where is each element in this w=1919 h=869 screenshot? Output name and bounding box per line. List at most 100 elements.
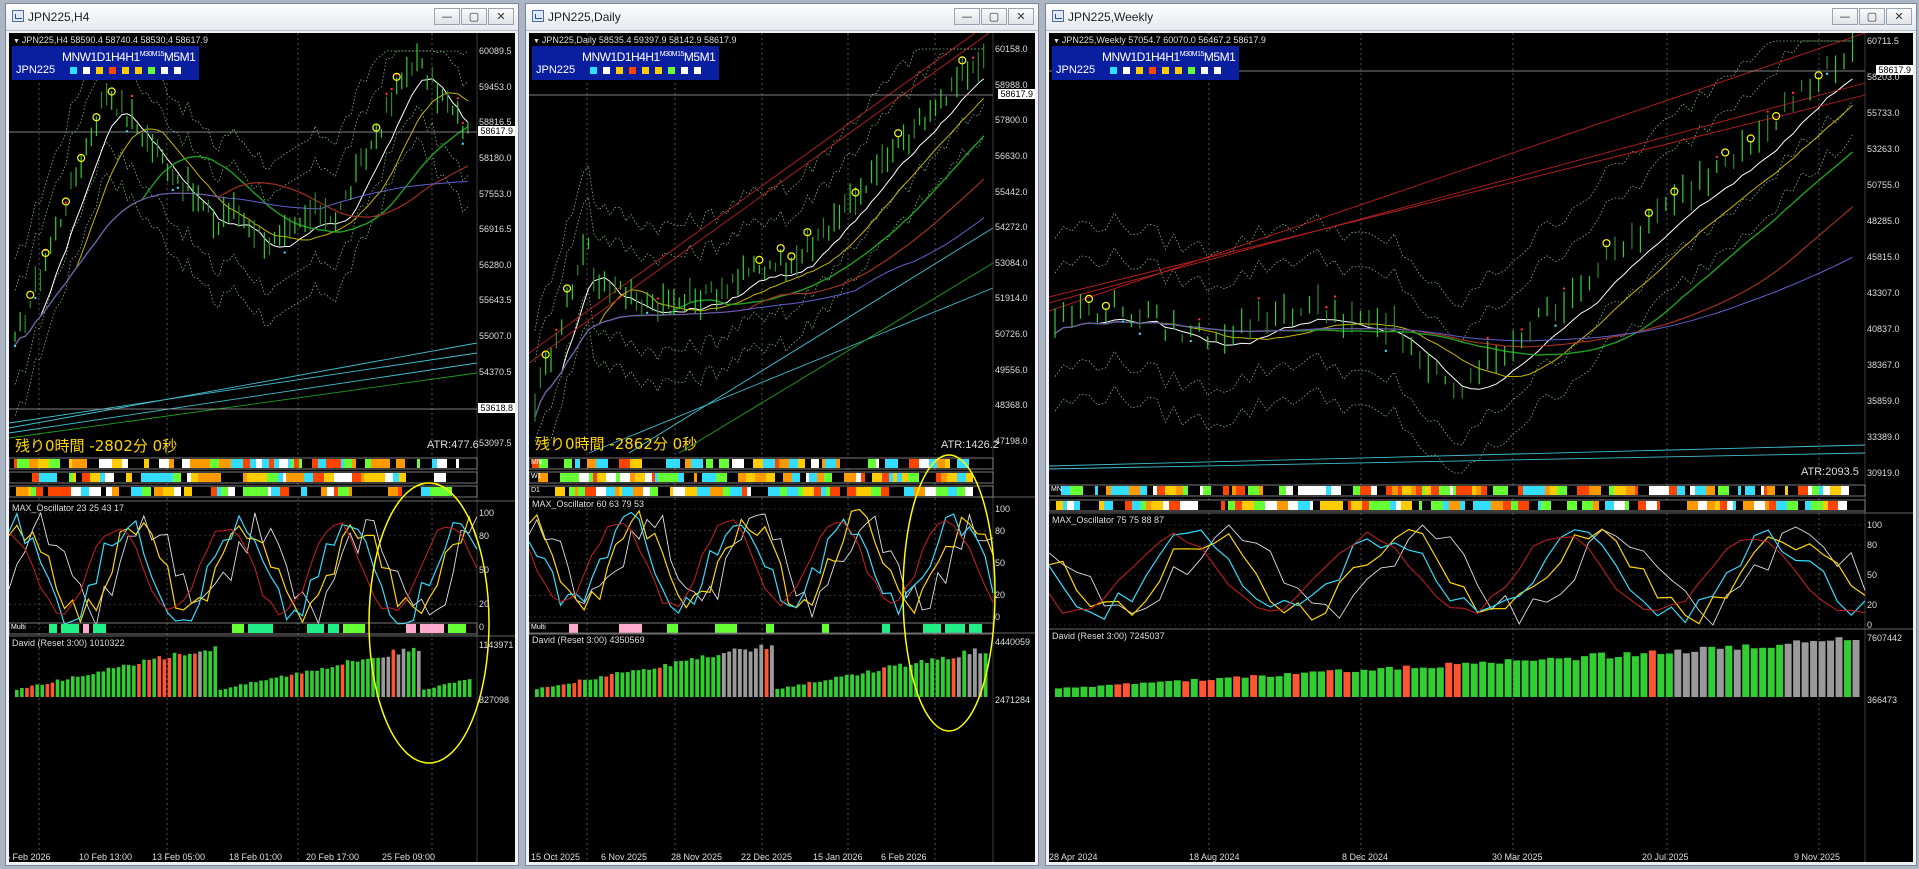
- status-strip-cell: [729, 459, 732, 468]
- oscillator-level-label: 50: [1867, 570, 1878, 580]
- status-strip-cell: [200, 459, 210, 468]
- volume-bar: [689, 658, 694, 697]
- strip-label: W1: [531, 473, 542, 480]
- volume-bar: [855, 675, 860, 697]
- multi-strip-cell: [406, 624, 416, 633]
- volume-bar: [259, 680, 263, 697]
- status-strip-cell: [1481, 486, 1487, 495]
- volume-bar: [182, 655, 187, 697]
- status-strip-cell: [1263, 486, 1272, 495]
- status-strip-cell: [221, 487, 228, 496]
- status-strip-cell: [247, 473, 259, 482]
- status-strip-cell: [1425, 486, 1431, 495]
- volume-bar: [604, 676, 609, 697]
- minimize-button[interactable]: —: [1832, 8, 1858, 25]
- strip-label: MN: [531, 459, 542, 466]
- status-strip-cell: [57, 473, 60, 482]
- status-strip-cell: [1141, 501, 1146, 510]
- status-strip-cell: [1707, 501, 1715, 510]
- titlebar[interactable]: JPN225,Daily — ▢ ✕: [526, 4, 1038, 31]
- status-strip-cell: [337, 459, 341, 468]
- chart-area[interactable]: 60089.5 59453.0 58816.5 58180.0 57553.0 56916…: [9, 33, 515, 862]
- time-axis-label: 20 Feb 17:00: [306, 852, 360, 862]
- status-strip-cell: [906, 459, 909, 468]
- status-strip-cell: [16, 487, 28, 496]
- status-strip-cell: [852, 459, 864, 468]
- time-axis-label: 18 Feb 01:00: [229, 852, 283, 862]
- multi-strip-cell: [307, 624, 324, 633]
- chart-canvas[interactable]: [1049, 33, 1913, 862]
- volume-bar: [1284, 673, 1292, 697]
- close-button[interactable]: ✕: [1886, 8, 1912, 25]
- status-strip-cell: [643, 487, 650, 496]
- price-label: 51914.0: [995, 293, 1028, 304]
- volume-bar: [775, 689, 780, 697]
- status-strip-cell: [1456, 486, 1464, 495]
- volume-bar: [679, 660, 684, 697]
- oscillator-level-label: 50: [995, 558, 1006, 568]
- maximize-button[interactable]: ▢: [461, 8, 487, 25]
- chart-area[interactable]: 60158.0 58988.0 57800.0 56630.0 55442.0 54272…: [529, 33, 1035, 862]
- status-strip-cell: [876, 459, 879, 468]
- status-strip-cell: [1191, 501, 1198, 510]
- status-strip-cell: [780, 487, 787, 496]
- volume-bar: [577, 679, 582, 697]
- volume-bar: [244, 684, 248, 697]
- status-strip-cell: [822, 459, 825, 468]
- status-strip-cell: [262, 459, 266, 468]
- volume-bar: [625, 672, 630, 697]
- timeframe-status-square: [1201, 67, 1208, 74]
- volume-bar: [437, 685, 441, 697]
- status-strip-cell: [1465, 501, 1473, 510]
- minimize-button[interactable]: —: [954, 8, 980, 25]
- volume-bar: [1564, 657, 1572, 697]
- close-button[interactable]: ✕: [488, 8, 514, 25]
- status-strip-cell: [210, 459, 219, 468]
- maximize-button[interactable]: ▢: [981, 8, 1007, 25]
- status-strip-cell: [1491, 501, 1503, 510]
- status-strip-cell: [1070, 486, 1074, 495]
- close-button[interactable]: ✕: [1008, 8, 1034, 25]
- titlebar[interactable]: JPN225,Weekly — ▢ ✕: [1046, 4, 1916, 31]
- moving-average-line: [14, 92, 469, 346]
- volume-bar: [1394, 669, 1402, 697]
- status-strip-cell: [670, 473, 678, 482]
- volume-bar: [1207, 680, 1215, 697]
- status-strip-cell: [259, 473, 267, 482]
- volume-bar: [391, 649, 396, 697]
- chart-header: JPN225,H4 58590.4 58740.4 58530.4 58617.…: [13, 35, 208, 45]
- price-label: 54370.5: [479, 366, 512, 377]
- volume-bar: [111, 668, 116, 697]
- signal-dot: [1562, 287, 1566, 290]
- status-strip-cell: [447, 459, 456, 468]
- volume-bar: [1699, 646, 1707, 697]
- status-strip-cell: [79, 459, 87, 468]
- volume-bar: [361, 659, 365, 697]
- chart-window-weekly[interactable]: JPN225,Weekly — ▢ ✕ 60711.5 58203.0 55733.…: [1045, 3, 1917, 866]
- multi-strip-cell: [569, 624, 578, 633]
- volume-bar: [711, 657, 716, 697]
- status-strip-cell: [1293, 486, 1298, 495]
- status-strip-cell: [575, 473, 579, 482]
- titlebar[interactable]: JPN225,H4 — ▢ ✕: [6, 4, 518, 31]
- status-strip-cell: [1626, 486, 1635, 495]
- status-strip-cell: [678, 473, 684, 482]
- status-strip-cell: [697, 473, 702, 482]
- status-strip-cell: [266, 459, 269, 468]
- chart-window-h4[interactable]: JPN225,H4 — ▢ ✕ 60089.5 59453.0 58816.5 581…: [5, 3, 519, 866]
- status-strip-cell: [775, 459, 779, 468]
- volume-bar: [1827, 640, 1835, 697]
- chart-window-daily[interactable]: JPN225,Daily — ▢ ✕ 60158.0 58988.0 57800.0…: [525, 3, 1039, 866]
- status-strip-cell: [703, 487, 710, 496]
- status-strip-cell: [1557, 486, 1567, 495]
- status-strip-cell: [1147, 486, 1153, 495]
- price-label: 54272.0: [995, 222, 1028, 233]
- chart-area[interactable]: 60711.5 58203.0 55733.0 53263.0 50755.0 48285…: [1049, 33, 1913, 862]
- status-strip-cell: [694, 473, 697, 482]
- volume-bar: [641, 669, 646, 697]
- minimize-button[interactable]: —: [434, 8, 460, 25]
- price-label: 50726.0: [995, 329, 1028, 340]
- status-strip-cell: [1386, 486, 1392, 495]
- maximize-button[interactable]: ▢: [1859, 8, 1885, 25]
- volume-bar: [764, 648, 769, 697]
